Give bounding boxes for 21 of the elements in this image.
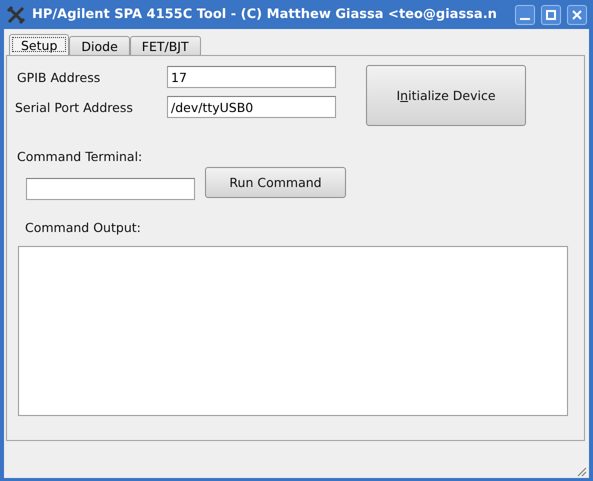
field-label: Serial Port Address xyxy=(15,100,133,114)
resize-grip-icon[interactable] xyxy=(577,467,587,477)
maximize-button[interactable] xyxy=(541,4,561,24)
section-label: Command Output: xyxy=(25,220,141,235)
close-icon xyxy=(572,10,582,20)
window-title: HP/Agilent SPA 4155C Tool - (C) Matthew Giassa <teo@giassa.n xyxy=(32,7,498,22)
minimize-icon xyxy=(520,18,530,20)
field-label: GPIB Address xyxy=(17,70,100,84)
close-button[interactable] xyxy=(567,4,587,24)
tab[interactable]: Diode xyxy=(69,36,130,55)
initialize-button[interactable]: Initialize Device xyxy=(366,65,526,126)
minimize-button[interactable] xyxy=(515,4,535,24)
app-icon xyxy=(6,4,26,24)
section-label: Command Terminal: xyxy=(17,149,142,164)
tab[interactable]: Setup xyxy=(9,34,70,55)
command-field[interactable] xyxy=(26,178,195,200)
maximize-icon xyxy=(546,10,556,20)
tab[interactable]: FET/BJT xyxy=(130,36,201,55)
input-field[interactable]: /dev/ttyUSB0 xyxy=(167,96,336,118)
input-field[interactable]: 17 xyxy=(167,66,336,88)
run-command-button[interactable]: Run Command xyxy=(205,167,346,198)
